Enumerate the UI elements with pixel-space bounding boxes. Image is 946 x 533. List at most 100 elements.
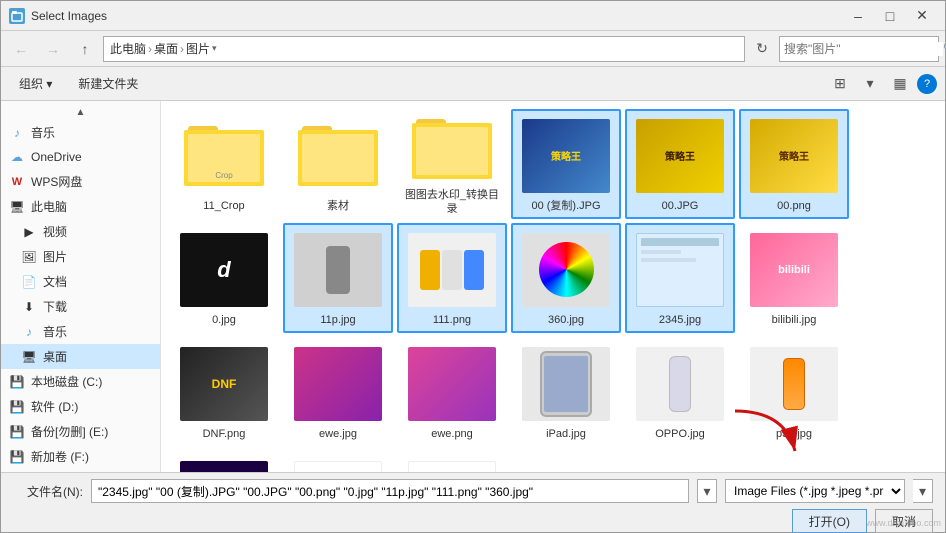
file-name: ewe.jpg bbox=[319, 427, 357, 441]
file-item[interactable]: d 0.jpg bbox=[169, 223, 279, 333]
file-item[interactable]: 素材 bbox=[283, 109, 393, 219]
file-thumb bbox=[635, 231, 725, 309]
sidebar-label: 文档 bbox=[43, 273, 67, 290]
scroll-up-arrow[interactable]: ▲ bbox=[1, 105, 160, 120]
desktop-icon: 🖥 bbox=[21, 349, 37, 365]
file-name: 00.JPG bbox=[662, 199, 699, 213]
sidebar-label: 新加卷 (F:) bbox=[31, 448, 89, 465]
file-item[interactable]: OPPO.jpg bbox=[625, 337, 735, 447]
file-item[interactable]: bilibili bilibili.jpg bbox=[739, 223, 849, 333]
close-button[interactable]: ✕ bbox=[907, 4, 937, 28]
maximize-button[interactable]: □ bbox=[875, 4, 905, 28]
file-item[interactable]: QQ qq.png bbox=[397, 451, 507, 472]
file-name: ewe.png bbox=[431, 427, 473, 441]
file-item[interactable]: 360.jpg bbox=[511, 223, 621, 333]
sidebar-item-documents[interactable]: 📄 文档 bbox=[1, 269, 160, 294]
path-part-pictures: 图片 bbox=[186, 40, 210, 57]
window-icon bbox=[9, 8, 25, 24]
file-item[interactable]: 111.png bbox=[397, 223, 507, 333]
view-icon-button[interactable]: ⊞ bbox=[827, 71, 853, 97]
sidebar-item-thispc[interactable]: 🖥 此电脑 bbox=[1, 194, 160, 219]
path-chevron[interactable]: ▾ bbox=[212, 43, 217, 54]
path-part-pc: 此电脑 bbox=[110, 40, 146, 57]
window-title: Select Images bbox=[31, 9, 843, 23]
pictures-icon: 🖼 bbox=[21, 249, 37, 265]
sidebar-item-new-f[interactable]: 💾 新加卷 (F:) bbox=[1, 444, 160, 469]
file-item[interactable]: Pr pr.jpg bbox=[169, 451, 279, 472]
sidebar-label: 图片 bbox=[43, 248, 67, 265]
sidebar-item-pictures[interactable]: 🖼 图片 bbox=[1, 244, 160, 269]
help-button[interactable]: ? bbox=[917, 74, 937, 94]
up-button[interactable]: ↑ bbox=[71, 36, 99, 62]
sidebar-label: 音乐 bbox=[43, 323, 67, 340]
refresh-button[interactable]: ↻ bbox=[749, 36, 775, 62]
sidebar-label: 软件 (D:) bbox=[31, 398, 78, 415]
pane-button[interactable]: ▦ bbox=[887, 71, 913, 97]
file-thumb: Crop bbox=[179, 117, 269, 195]
file-thumb bbox=[521, 231, 611, 309]
sidebar-item-wps[interactable]: W WPS网盘 bbox=[1, 169, 160, 194]
view-dropdown-button[interactable]: ▾ bbox=[857, 71, 883, 97]
minimize-button[interactable]: – bbox=[843, 4, 873, 28]
sidebar-item-music-top[interactable]: ♪ 音乐 bbox=[1, 120, 160, 145]
file-thumb bbox=[293, 345, 383, 423]
file-item[interactable]: ewe.png bbox=[397, 337, 507, 447]
file-item[interactable]: QQ qq.jpg bbox=[283, 451, 393, 472]
address-bar: ← → ↑ 此电脑 › 桌面 › 图片 ▾ ↻ 🔍 bbox=[1, 31, 945, 67]
file-item[interactable]: 11p.jpg bbox=[283, 223, 393, 333]
sidebar-label: 视频 bbox=[43, 223, 67, 240]
file-thumb bbox=[407, 345, 497, 423]
downloads-icon: ⬇ bbox=[21, 299, 37, 315]
drive-f-icon: 💾 bbox=[9, 449, 25, 465]
watermark: www.dazuifoo.com bbox=[866, 518, 941, 528]
file-item[interactable]: ewe.jpg bbox=[283, 337, 393, 447]
file-thumb bbox=[521, 345, 611, 423]
window: Select Images – □ ✕ ← → ↑ 此电脑 › 桌面 › 图片 … bbox=[0, 0, 946, 533]
file-grid-inner: Crop 11_Crop 素材 bbox=[169, 109, 937, 472]
back-button[interactable]: ← bbox=[7, 36, 35, 62]
sidebar-item-backup-e[interactable]: 💾 备份[勿删] (E:) bbox=[1, 419, 160, 444]
file-thumb: QQ bbox=[293, 459, 383, 472]
new-folder-button[interactable]: 新建文件夹 bbox=[68, 71, 148, 97]
onedrive-icon: ☁ bbox=[9, 149, 25, 165]
filetype-select[interactable]: Image Files (*.jpg *.jpeg *.pr bbox=[725, 479, 905, 503]
filename-dropdown[interactable]: ▾ bbox=[697, 479, 717, 503]
organize-button[interactable]: 组织 ▾ bbox=[9, 71, 62, 97]
sidebar-label: 本地磁盘 (C:) bbox=[31, 373, 102, 390]
file-grid[interactable]: Crop 11_Crop 素材 bbox=[161, 101, 945, 472]
file-item[interactable]: 策略王 00.JPG bbox=[625, 109, 735, 219]
toolbar-right: ⊞ ▾ ▦ ? bbox=[827, 71, 937, 97]
file-item[interactable]: DNF DNF.png bbox=[169, 337, 279, 447]
open-button[interactable]: 打开(O) bbox=[792, 509, 867, 533]
search-input[interactable] bbox=[780, 42, 943, 56]
sidebar-item-soft-d[interactable]: 💾 软件 (D:) bbox=[1, 394, 160, 419]
file-item[interactable]: 策略王 00.png bbox=[739, 109, 849, 219]
file-thumb bbox=[635, 345, 725, 423]
sidebar-item-music-side[interactable]: ♪ 音乐 bbox=[1, 319, 160, 344]
file-item[interactable]: Crop 11_Crop bbox=[169, 109, 279, 219]
file-thumb: d bbox=[179, 231, 269, 309]
file-item[interactable]: 图图去水印_转换目录 bbox=[397, 109, 507, 219]
file-item[interactable]: p30.jpg bbox=[739, 337, 849, 447]
sidebar-label: 音乐 bbox=[31, 124, 55, 141]
folder-icon: Crop bbox=[184, 126, 264, 186]
sidebar-item-downloads[interactable]: ⬇ 下载 bbox=[1, 294, 160, 319]
forward-button[interactable]: → bbox=[39, 36, 67, 62]
file-name: 0.jpg bbox=[212, 313, 236, 327]
filename-input[interactable] bbox=[91, 479, 689, 503]
file-thumb bbox=[293, 231, 383, 309]
file-item[interactable]: iPad.jpg bbox=[511, 337, 621, 447]
address-path[interactable]: 此电脑 › 桌面 › 图片 ▾ bbox=[103, 36, 745, 62]
main-content: ▲ ♪ 音乐 ☁ OneDrive W WPS网盘 🖥 此电脑 ▶ 视频 bbox=[1, 101, 945, 472]
sidebar-item-desktop[interactable]: 🖥 桌面 bbox=[1, 344, 160, 369]
filetype-dropdown[interactable]: ▾ bbox=[913, 479, 933, 503]
sidebar-item-onedrive[interactable]: ☁ OneDrive bbox=[1, 145, 160, 169]
file-name: iPad.jpg bbox=[546, 427, 586, 441]
sidebar-item-video[interactable]: ▶ 视频 bbox=[1, 219, 160, 244]
file-item[interactable]: 策略王 00 (复制).JPG bbox=[511, 109, 621, 219]
file-name: OPPO.jpg bbox=[655, 427, 705, 441]
file-item[interactable]: 2345.jpg bbox=[625, 223, 735, 333]
sidebar-item-local-c[interactable]: 💾 本地磁盘 (C:) bbox=[1, 369, 160, 394]
file-thumb: QQ bbox=[407, 459, 497, 472]
file-thumb bbox=[407, 115, 497, 184]
